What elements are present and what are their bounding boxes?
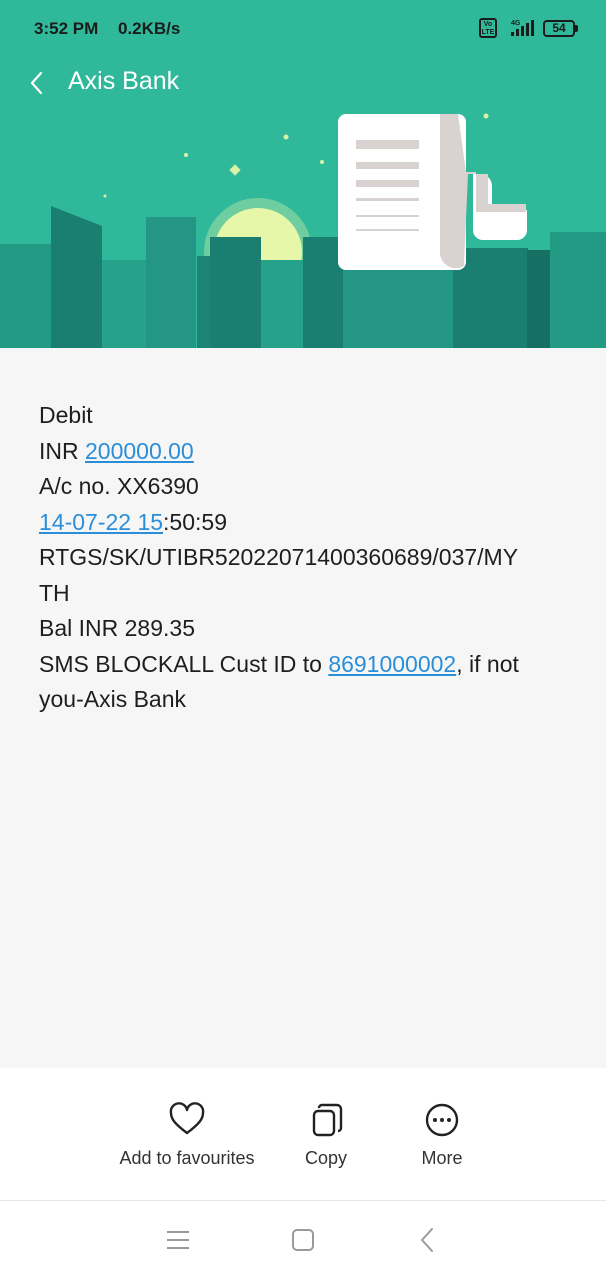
amount-prefix: INR <box>39 437 85 464</box>
network-type-label: 4G <box>511 20 521 27</box>
message-amount-line: INR 200000.00 <box>39 434 579 470</box>
home-icon[interactable] <box>289 1225 317 1255</box>
message-sms-line-2: you-Axis Bank <box>39 686 187 712</box>
message-type: Debit <box>39 402 93 428</box>
copy-label: Copy <box>304 1148 348 1168</box>
add-to-favourites-button[interactable]: Add to favourites <box>112 1100 262 1169</box>
message-body: Debit INR 200000.00 A/c no. XX6390 14-07… <box>39 398 579 718</box>
status-bar: 3:52 PM 0.2KB/s Vo LTE 4G 54 <box>0 0 606 58</box>
page-title: Axis Bank <box>68 67 180 95</box>
battery-level: 54 <box>543 19 575 37</box>
chevron-left-icon[interactable] <box>26 68 48 98</box>
battery-icon: 54 <box>543 19 578 37</box>
message-reference-2: TH <box>39 579 70 606</box>
status-icons: Vo LTE 4G 54 <box>479 18 578 38</box>
action-bar: Add to favourites Copy More <box>0 1068 606 1200</box>
header-banner: 3:52 PM 0.2KB/s Vo LTE 4G 54 Axis Bank <box>0 0 606 348</box>
message-balance: Bal INR 289.35 <box>39 615 195 641</box>
heart-icon <box>169 1102 205 1135</box>
message-account: A/c no. XX6390 <box>39 473 199 499</box>
volte-icon: Vo LTE <box>479 18 497 38</box>
message-sms-line: SMS BLOCKALL Cust ID to 8691000002, if n… <box>39 647 579 683</box>
message-reference-1: RTGS/SK/UTIBR52022071400360689/037/MY <box>39 544 519 570</box>
phone-number-link[interactable]: 8691000002 <box>328 651 456 677</box>
status-network-speed: 0.2KB/s <box>118 19 181 38</box>
date-link[interactable]: 14-07-22 15 <box>39 509 163 535</box>
copy-icon <box>312 1103 343 1137</box>
add-to-favourites-label: Add to favourites <box>119 1148 255 1168</box>
message-datetime: 14-07-22 15:50:59 <box>39 505 579 541</box>
more-button[interactable]: More <box>412 1100 472 1169</box>
back-icon[interactable] <box>414 1225 442 1255</box>
more-icon <box>425 1103 459 1137</box>
sms-suffix: , if not <box>456 650 519 677</box>
time-rest: :50:59 <box>163 508 227 535</box>
sms-prefix: SMS BLOCKALL Cust ID to <box>39 650 329 677</box>
menu-icon[interactable] <box>164 1225 192 1255</box>
status-time: 3:52 PM <box>34 19 99 38</box>
amount-link[interactable]: 200000.00 <box>85 438 194 464</box>
copy-button[interactable]: Copy <box>296 1100 356 1169</box>
signal-icon: 4G <box>511 20 534 36</box>
more-label: More <box>421 1148 463 1168</box>
system-navigation-bar <box>0 1200 606 1281</box>
